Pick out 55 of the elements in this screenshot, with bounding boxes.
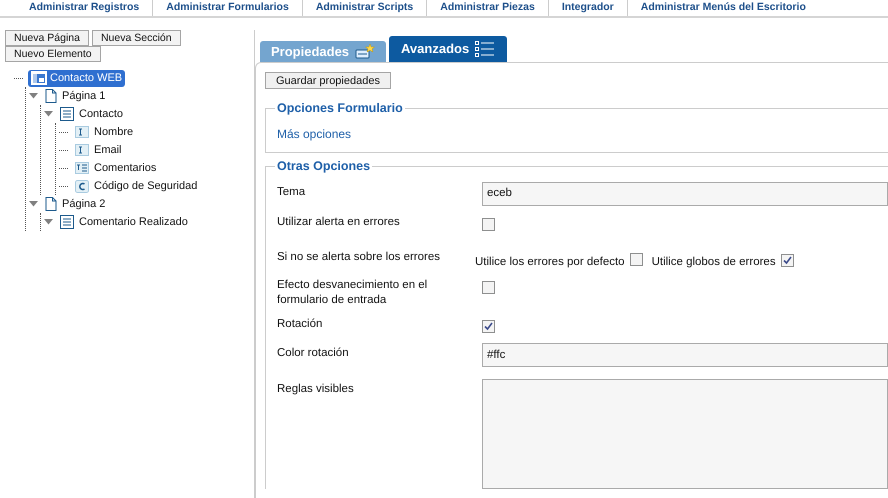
nav-link[interactable]: Administrar Formularios	[152, 0, 302, 16]
tree-item[interactable]: Código de Seguridad	[73, 178, 200, 194]
field-label: Si no se alerta sobre los errores	[277, 250, 441, 265]
field-label: Tema	[277, 184, 306, 200]
expand-arrow-icon[interactable]	[29, 93, 38, 99]
tree-item[interactable]: Email	[73, 142, 124, 158]
checkbox[interactable]	[482, 281, 495, 294]
tree-item[interactable]: Página 2	[43, 196, 108, 212]
checkbox[interactable]	[630, 253, 643, 266]
toolbar-button[interactable]: Nueva Página	[5, 30, 89, 46]
card-star-icon	[355, 44, 376, 60]
letter-c-icon	[75, 180, 89, 192]
tree-item[interactable]: Contacto	[58, 106, 126, 122]
toolbar-button[interactable]: Nueva Sección	[92, 30, 181, 46]
field-label: Efecto desvanecimiento en el formulario de entrada	[277, 278, 428, 308]
text-input[interactable]: eceb	[482, 182, 888, 206]
expand-arrow-icon[interactable]	[44, 219, 53, 225]
field-label: Color rotación	[277, 346, 350, 362]
list-icon	[60, 107, 74, 121]
toolbar-button[interactable]: Nuevo Elemento	[5, 46, 101, 62]
tree-item[interactable]: Nombre	[73, 124, 136, 140]
text-area-icon	[75, 162, 89, 174]
field-label: Reglas visibles	[277, 382, 355, 398]
text-area[interactable]	[482, 379, 888, 490]
tree-item[interactable]: Comentarios	[73, 160, 158, 176]
tree-item[interactable]: Contacto WEB	[28, 70, 126, 86]
section-heading: Otras Opciones	[276, 158, 372, 175]
page-icon	[45, 197, 57, 211]
save-button[interactable]: Guardar propiedades	[265, 72, 391, 89]
checklist-icon	[475, 40, 496, 58]
section-heading: Opciones Formulario	[276, 100, 404, 118]
field-label: Utilizar alerta en errores	[277, 214, 401, 230]
tree-item[interactable]: Página 1	[43, 88, 108, 104]
text-field-icon	[75, 126, 89, 138]
checkbox[interactable]	[780, 254, 794, 268]
text-input[interactable]: #ffc	[482, 343, 888, 368]
window-icon	[31, 71, 47, 85]
checkbox[interactable]	[482, 218, 495, 231]
expand-arrow-icon[interactable]	[44, 111, 53, 117]
nav-link[interactable]: Administrar Piezas	[426, 0, 548, 16]
text-field-icon	[75, 144, 89, 156]
option-label: Utilice los errores por defecto	[475, 255, 625, 270]
option-label: Utilice globos de errores	[652, 255, 776, 270]
tab[interactable]: Avanzados	[389, 36, 508, 62]
nav-link[interactable]: Integrador	[548, 0, 627, 16]
tree-item[interactable]: Comentario Realizado	[58, 214, 190, 230]
more-options-link[interactable]: Más opciones	[277, 125, 888, 143]
list-icon	[60, 215, 74, 229]
nav-link[interactable]: Administrar Scripts	[302, 0, 426, 16]
expand-arrow-icon[interactable]	[29, 201, 38, 207]
checkbox[interactable]	[482, 320, 495, 333]
field-label: Rotación	[277, 317, 324, 332]
nav-link[interactable]: Administrar Registros	[16, 0, 152, 16]
page-icon	[45, 89, 57, 103]
nav-link[interactable]: Administrar Menús del Escritorio	[626, 0, 819, 16]
